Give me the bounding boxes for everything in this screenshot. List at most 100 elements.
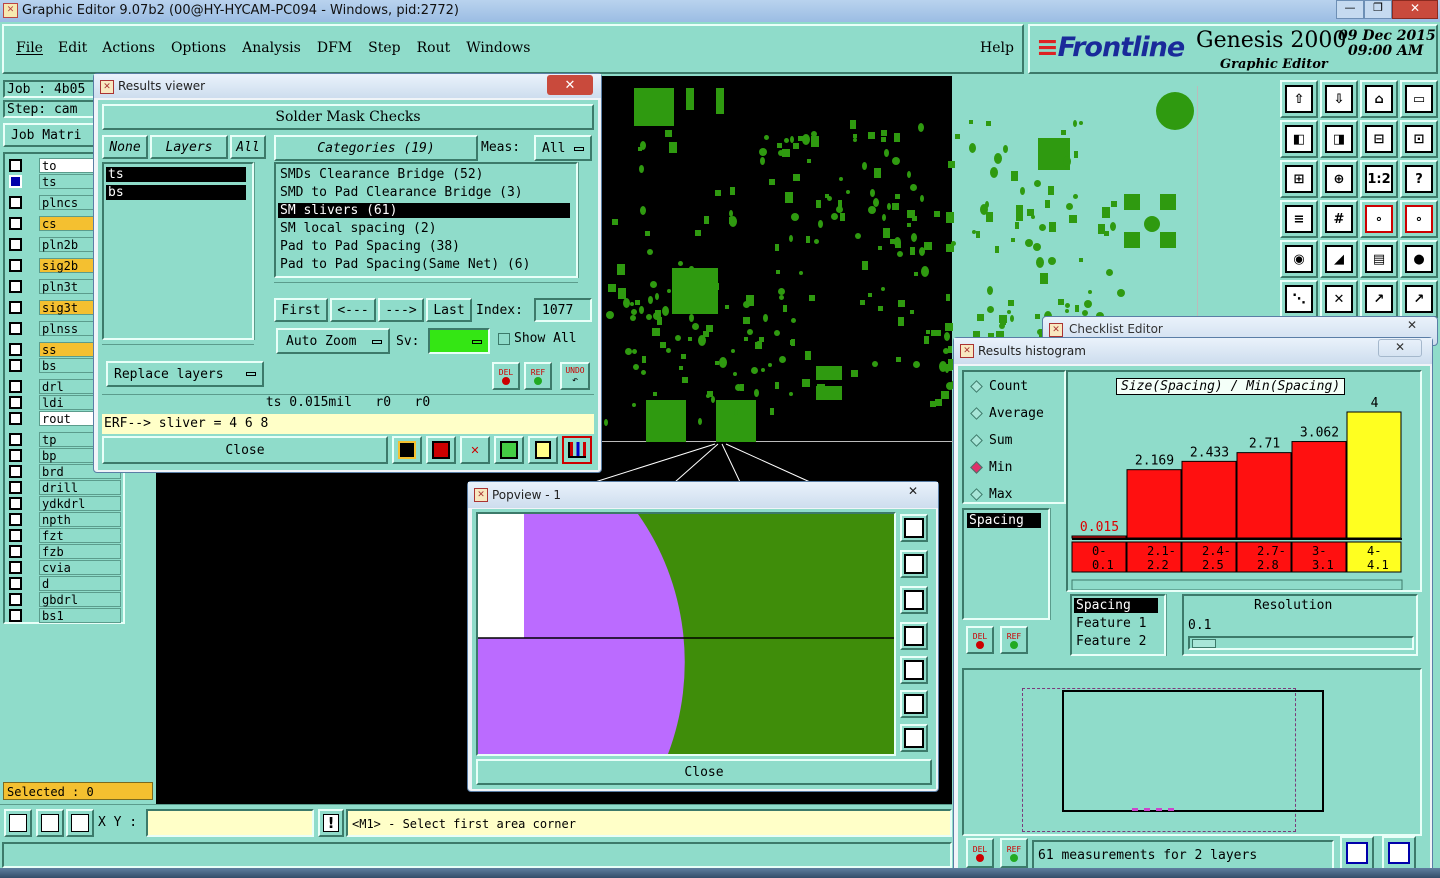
report-icon[interactable]: [528, 436, 558, 464]
pv-zoom-icon[interactable]: [900, 514, 928, 542]
menu-windows[interactable]: Windows: [466, 40, 530, 56]
move-icon[interactable]: ↗: [1360, 280, 1398, 318]
category-item[interactable]: SMD to Pad Clearance Bridge (3): [278, 185, 570, 200]
layer-checkbox[interactable]: [9, 448, 22, 462]
layer-item-ts[interactable]: ts: [106, 167, 246, 182]
layer-row-ydkdrl[interactable]: ydkdrl: [6, 495, 122, 511]
layers-button[interactable]: Layers: [150, 135, 228, 159]
stat-radio-max[interactable]: Max: [968, 484, 1012, 504]
chart-tool-icon-3[interactable]: [494, 436, 524, 464]
ref-button[interactable]: REF: [524, 362, 552, 390]
pv-fit-icon[interactable]: [900, 690, 928, 718]
layer-checkbox[interactable]: [9, 258, 22, 272]
menu-edit[interactable]: Edit: [58, 40, 87, 56]
stat-radio-min[interactable]: Min: [968, 457, 1012, 477]
zoom-home2-icon[interactable]: ⌂: [1360, 80, 1398, 118]
layers-none-button[interactable]: None: [102, 135, 148, 159]
menu-dfm[interactable]: DFM: [317, 40, 352, 56]
auto-zoom-dropdown[interactable]: Auto Zoom: [276, 328, 390, 354]
zoom-window-icon[interactable]: ▭: [1400, 80, 1438, 118]
zoom-home-icon[interactable]: ⇧: [1280, 80, 1318, 118]
layer-row-npth[interactable]: npth: [6, 511, 122, 527]
menu-rout[interactable]: Rout: [417, 40, 451, 56]
resolution-slider[interactable]: [1188, 636, 1414, 650]
layer-checkbox[interactable]: [9, 496, 22, 510]
status-tool-1[interactable]: [4, 809, 32, 837]
layer-checkbox[interactable]: [9, 560, 22, 574]
xy-input[interactable]: [146, 809, 314, 837]
layer-checkbox[interactable]: [9, 195, 22, 209]
menu-file[interactable]: File: [16, 40, 43, 56]
pv-center-icon[interactable]: [900, 724, 928, 752]
hist-del-button-2[interactable]: DEL: [966, 838, 994, 868]
layer-checkbox[interactable]: [9, 216, 22, 230]
net-icon[interactable]: ∘: [1360, 200, 1398, 238]
del-button[interactable]: DEL: [492, 362, 520, 390]
menu-step[interactable]: Step: [368, 40, 400, 56]
fit-icon[interactable]: ⊞: [1280, 160, 1318, 198]
measure-item-spacing[interactable]: Spacing: [967, 513, 1041, 528]
stat-radio-average[interactable]: Average: [968, 403, 1044, 423]
layer-checkbox[interactable]: [9, 174, 22, 188]
replace-layers-dropdown[interactable]: Replace layers: [106, 361, 264, 387]
results-close-button[interactable]: Close: [102, 436, 388, 464]
layer-checkbox[interactable]: [9, 592, 22, 606]
net2-icon[interactable]: ∘: [1400, 200, 1438, 238]
pan-right-icon[interactable]: ◨: [1320, 120, 1358, 158]
pv-left-icon[interactable]: [900, 622, 928, 650]
chart-tool-icon-2[interactable]: [426, 436, 456, 464]
close-button[interactable]: ✕: [1392, 0, 1438, 19]
layer-checkbox[interactable]: [9, 300, 22, 314]
stat-radio-count[interactable]: Count: [968, 376, 1028, 396]
feature-list[interactable]: Spacing Feature 1 Feature 2: [1070, 594, 1166, 656]
ratio-icon[interactable]: 1:2: [1360, 160, 1398, 198]
snap-icon[interactable]: ≡: [1280, 200, 1318, 238]
layers-scrollbar[interactable]: [254, 162, 266, 340]
categories-button[interactable]: Categories (19): [274, 135, 478, 161]
pv-down-icon[interactable]: [900, 586, 928, 614]
maximize-button[interactable]: ❐: [1364, 0, 1392, 19]
layer-name[interactable]: npth: [39, 511, 121, 527]
layer-checkbox[interactable]: [9, 576, 22, 590]
undo-button[interactable]: UNDO ↶: [560, 362, 590, 390]
status-tool-3[interactable]: [66, 809, 94, 837]
sv-color-dropdown[interactable]: [428, 328, 490, 354]
layers-hscroll[interactable]: [102, 344, 254, 354]
layer-row-bs1[interactable]: bs1: [6, 607, 122, 623]
category-item[interactable]: Pad to Pad Spacing (38): [278, 239, 570, 254]
hist-del-button[interactable]: DEL: [966, 626, 994, 654]
results-viewer-close-x[interactable]: ✕: [547, 75, 593, 95]
layer-checkbox[interactable]: [9, 432, 22, 446]
categories-list[interactable]: SMDs Clearance Bridge (52) SMD to Pad Cle…: [274, 162, 578, 278]
show-all-checkbox[interactable]: [498, 333, 510, 345]
layer-select-list[interactable]: ts bs: [102, 162, 254, 340]
category-item[interactable]: SMDs Clearance Bridge (52): [278, 167, 570, 182]
circle-icon[interactable]: ●: [1400, 240, 1438, 278]
layer-row-drill[interactable]: drill: [6, 479, 122, 495]
layer-checkbox[interactable]: [9, 279, 22, 293]
layer-checkbox[interactable]: [9, 608, 22, 622]
select-icon[interactable]: ◉: [1280, 240, 1318, 278]
histogram-icon[interactable]: [562, 436, 592, 464]
zoom-out-icon[interactable]: ⊟: [1360, 120, 1398, 158]
histogram-close-x[interactable]: ✕: [1378, 339, 1422, 357]
ruler-icon[interactable]: ▤: [1360, 240, 1398, 278]
popview-close-button[interactable]: Close: [476, 759, 932, 785]
layer-name[interactable]: gbdrl: [39, 591, 121, 607]
cut-icon[interactable]: ✕: [1320, 280, 1358, 318]
layer-checkbox[interactable]: [9, 321, 22, 335]
zoom-reset-icon[interactable]: ⊡: [1400, 120, 1438, 158]
status-tool-2[interactable]: [36, 809, 64, 837]
category-item[interactable]: Pad to Pad Spacing(Same Net) (6): [278, 257, 570, 272]
layer-checkbox[interactable]: [9, 528, 22, 542]
category-item[interactable]: SM local spacing (2): [278, 221, 570, 236]
feature-item-1[interactable]: Feature 1: [1074, 616, 1146, 631]
popview-canvas[interactable]: [476, 512, 896, 756]
layer-item-bs[interactable]: bs: [106, 185, 246, 200]
alert-icon[interactable]: !: [318, 809, 344, 837]
pv-right-icon[interactable]: [900, 656, 928, 684]
prev-button[interactable]: <---: [330, 298, 376, 322]
layer-row-cvia[interactable]: cvia: [6, 559, 122, 575]
center-icon[interactable]: ⊕: [1320, 160, 1358, 198]
categories-scrollbar[interactable]: [578, 162, 592, 278]
